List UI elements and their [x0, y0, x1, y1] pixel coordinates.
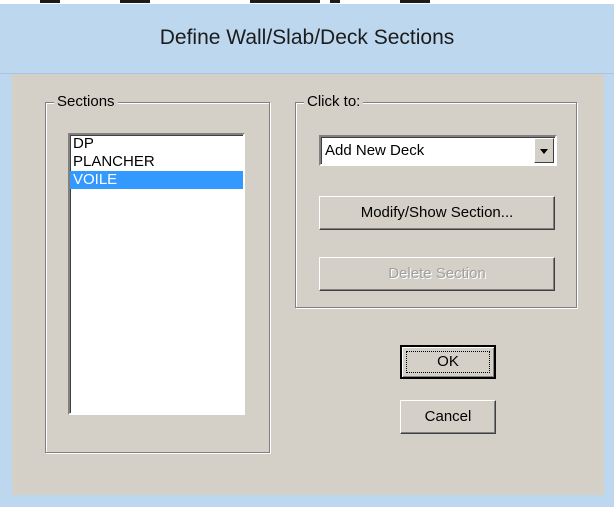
window-bottom-border [0, 495, 614, 507]
cancel-button-label: Cancel [424, 408, 472, 425]
click-to-group-label: Click to: [304, 93, 364, 111]
add-section-type-value: Add New Deck [325, 142, 425, 159]
title-bar[interactable]: Define Wall/Slab/Deck Sections [0, 4, 614, 74]
sections-listbox[interactable]: DP PLANCHER VOILE [68, 133, 245, 415]
focus-rectangle [406, 351, 490, 373]
modify-show-section-label: Modify/Show Section... [360, 204, 514, 221]
sections-list: DP PLANCHER VOILE [70, 135, 243, 189]
sections-groupbox: Sections DP PLANCHER VOILE [45, 93, 270, 453]
define-sections-dialog: Define Wall/Slab/Deck Sections Sections … [0, 0, 614, 507]
window-title: Define Wall/Slab/Deck Sections [159, 26, 455, 49]
sections-group-label: Sections [54, 93, 118, 111]
dropdown-arrow-button[interactable] [534, 138, 554, 163]
chevron-down-icon [540, 149, 548, 154]
cancel-button[interactable]: Cancel [400, 400, 496, 434]
delete-section-button[interactable]: Delete Section [319, 257, 555, 291]
section-list-item[interactable]: PLANCHER [70, 153, 243, 171]
window-right-border [604, 74, 614, 507]
section-list-item[interactable]: VOILE [70, 171, 243, 189]
ok-button[interactable]: OK [400, 345, 496, 379]
modify-show-section-button[interactable]: Modify/Show Section... [319, 196, 555, 230]
add-section-type-dropdown[interactable]: Add New Deck [319, 135, 557, 166]
section-list-item[interactable]: DP [70, 135, 243, 153]
delete-section-label: Delete Section [388, 265, 486, 282]
window-left-border [0, 74, 12, 507]
dialog-body: Sections DP PLANCHER VOILE Click to: Add N… [12, 74, 604, 495]
click-to-groupbox: Click to: Add New Deck Modify/Show Secti… [295, 93, 577, 308]
